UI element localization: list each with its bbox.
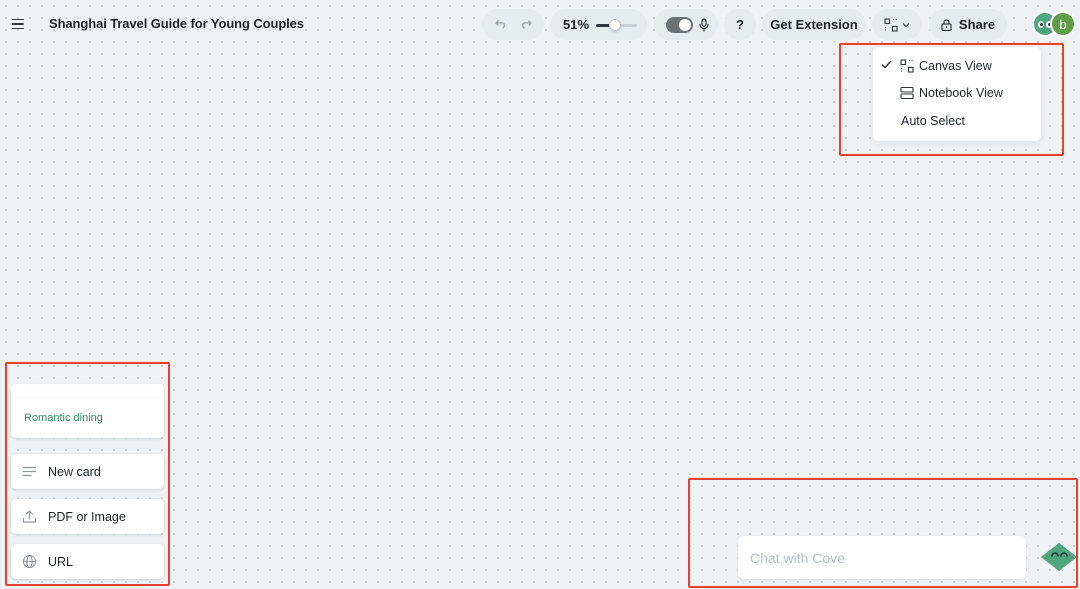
- menu-item-label: Canvas View: [919, 59, 992, 73]
- upload-icon: [22, 510, 37, 523]
- upload-pdf-image-button[interactable]: PDF or Image: [11, 499, 164, 534]
- microphone-icon[interactable]: [698, 17, 710, 32]
- redo-icon[interactable]: [519, 18, 533, 32]
- text-lines-icon: [22, 466, 37, 477]
- undo-redo-group: [482, 9, 544, 40]
- view-mode-button[interactable]: [872, 9, 922, 40]
- menu-item-label: Notebook View: [919, 86, 1003, 100]
- lock-icon: [941, 18, 952, 31]
- menu-item-label: Auto Select: [901, 114, 965, 128]
- canvas-grid-icon: [884, 17, 898, 32]
- menu-item-canvas-view[interactable]: Canvas View: [873, 53, 1041, 79]
- voice-control: [654, 9, 718, 40]
- url-label: URL: [48, 554, 74, 569]
- add-url-button[interactable]: URL: [11, 544, 164, 579]
- page-title: Shanghai Travel Guide for Young Couples: [49, 16, 304, 31]
- zoom-value: 51%: [563, 17, 590, 32]
- card-title: Romantic dining: [24, 412, 103, 424]
- checkmark-icon: [881, 60, 892, 69]
- menu-item-notebook-view[interactable]: Notebook View: [873, 80, 1041, 106]
- help-button[interactable]: ?: [724, 9, 756, 40]
- zoom-slider-thumb[interactable]: [608, 18, 621, 31]
- share-label: Share: [958, 17, 996, 32]
- card-romantic-dining[interactable]: Romantic dining: [11, 398, 164, 438]
- share-button[interactable]: Share: [929, 9, 1007, 40]
- notebook-rows-icon: [900, 86, 914, 100]
- new-card-button[interactable]: New card: [11, 454, 164, 489]
- zoom-slider[interactable]: [595, 18, 637, 31]
- canvas-grid-icon: [900, 59, 914, 73]
- get-extension-button[interactable]: Get Extension: [762, 9, 866, 40]
- pdf-image-label: PDF or Image: [48, 509, 126, 524]
- hamburger-menu-icon[interactable]: [12, 14, 30, 34]
- globe-icon: [22, 554, 37, 569]
- cove-assistant-icon[interactable]: [1039, 541, 1079, 573]
- chevron-down-icon: [902, 22, 910, 27]
- voice-toggle[interactable]: [666, 16, 693, 33]
- collaborator-avatars[interactable]: b: [1030, 11, 1078, 39]
- user-avatar[interactable]: b: [1050, 11, 1076, 37]
- new-card-label: New card: [48, 464, 101, 479]
- undo-icon[interactable]: [494, 18, 508, 32]
- menu-item-auto-select[interactable]: Auto Select: [873, 108, 1041, 134]
- top-bar: Shanghai Travel Guide for Young Couples …: [0, 0, 1080, 48]
- chat-input[interactable]: [738, 536, 1026, 579]
- view-mode-dropdown: Canvas View Notebook View Auto Select: [873, 47, 1041, 141]
- zoom-control: 51%: [550, 9, 647, 40]
